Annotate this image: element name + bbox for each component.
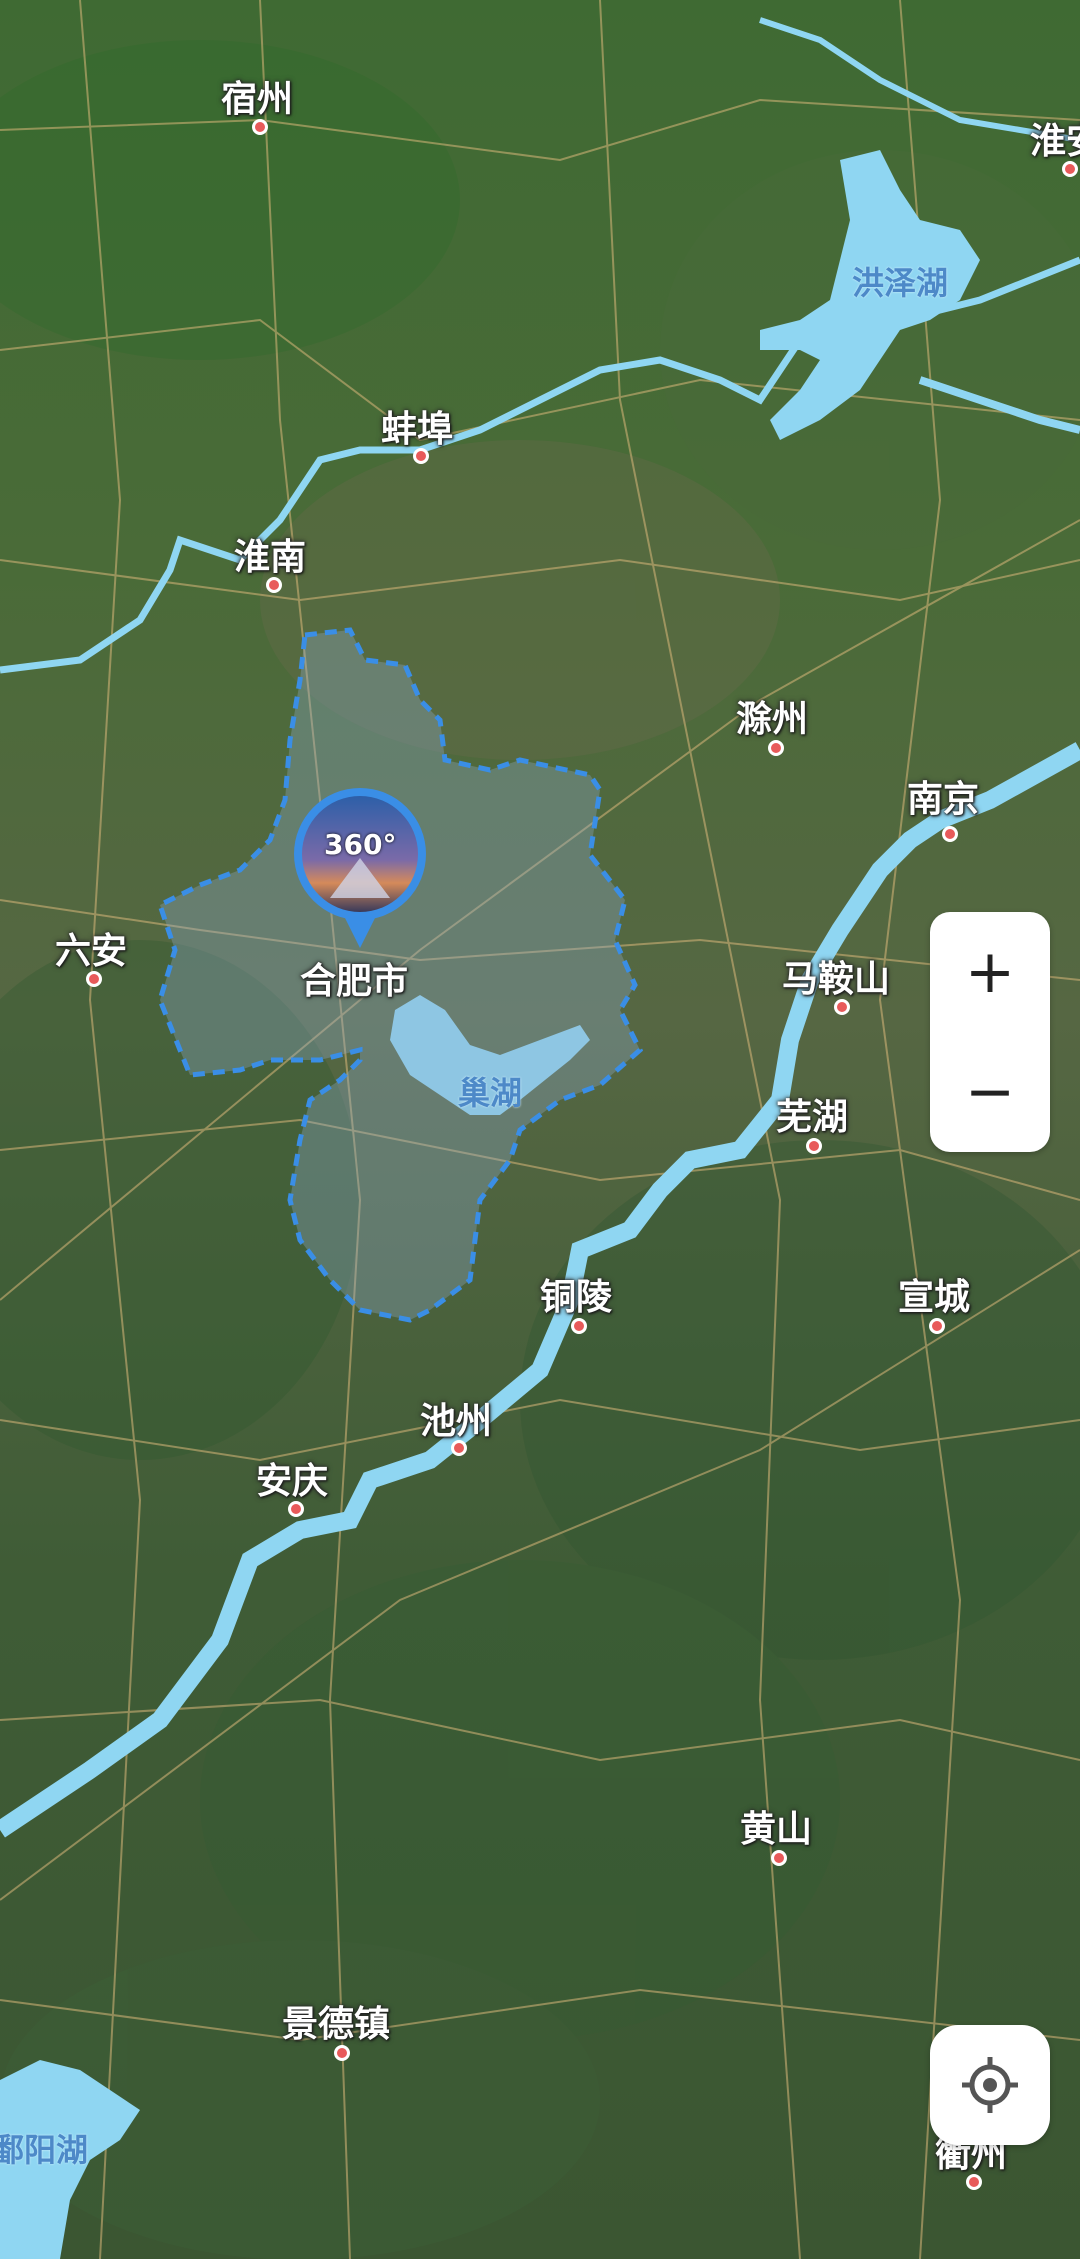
city-label: 景德镇 [282,2004,391,2045]
city-dot [252,119,268,135]
city-label: 池州 [420,1401,493,1442]
city-label: 南京 [907,779,980,820]
city-dot [768,740,784,756]
city-label: 宿州 [221,79,294,120]
city-label: 黄山 [740,1809,813,1850]
city-dot [966,2174,982,2190]
city-label: 合肥市 [300,961,409,1002]
city-dot [86,971,102,987]
city-dot [266,577,282,593]
lake-label-poyang: 鄱阳湖 [0,2131,89,2169]
locate-button[interactable] [930,2025,1050,2145]
panorama-360-icon: 360° [324,828,397,861]
city-label: 淮安 [1030,121,1080,162]
city-label: 马鞍山 [782,959,891,1000]
zoom-out-button[interactable]: − [930,1032,1050,1152]
city-dot [942,826,958,842]
plus-icon: + [964,937,1016,1007]
locate-crosshair-icon [962,2057,1018,2113]
minus-icon: − [964,1057,1016,1127]
city-dot [771,1850,787,1866]
city-dot [929,1318,945,1334]
zoom-in-button[interactable]: + [930,912,1050,1032]
city-label: 蚌埠 [381,409,454,450]
city-dot [451,1440,467,1456]
city-dot [288,1501,304,1517]
city-dot [834,999,850,1015]
panorama-360-marker[interactable]: 360° [290,788,430,948]
city-label: 铜陵 [540,1277,613,1318]
satellite-map[interactable] [0,0,1080,2259]
city-label: 滁州 [736,699,809,740]
city-dot [1062,161,1078,177]
city-label: 安庆 [256,1461,329,1502]
city-label: 宣城 [898,1277,971,1318]
city-label: 淮南 [234,537,307,578]
lake-label-hongze: 洪泽湖 [852,264,949,302]
city-dot [334,2045,350,2061]
city-label: 芜湖 [776,1097,849,1138]
city-dot [413,448,429,464]
lake-label-chaohu: 巢湖 [458,1074,523,1112]
zoom-control: + − [930,912,1050,1152]
city-dot [806,1138,822,1154]
city-dot [571,1318,587,1334]
city-label: 六安 [55,931,128,972]
